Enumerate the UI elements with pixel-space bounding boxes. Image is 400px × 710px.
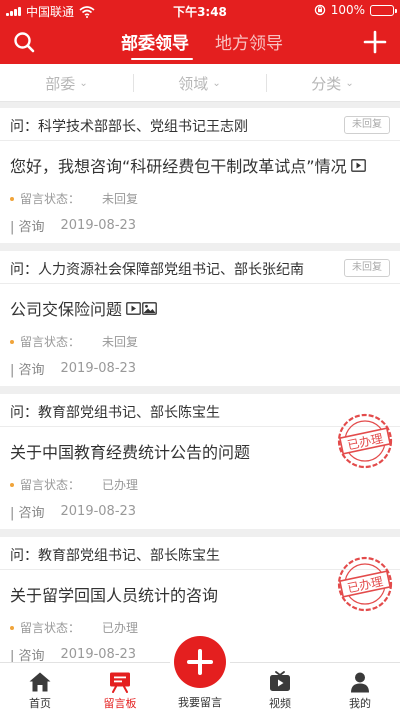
status-label: 留言状态： xyxy=(20,478,81,492)
message-title: 关于留学回国人员统计的咨询 xyxy=(10,586,219,605)
status-value: 未回复 xyxy=(102,335,139,349)
filter-field[interactable]: 领域 ⌄ xyxy=(133,64,266,102)
new-message-label[interactable]: 我要留言 xyxy=(160,694,240,710)
status-dot xyxy=(10,625,14,630)
active-tab-indicator xyxy=(131,58,193,60)
question-recipient: 问：人力资源社会保障部党组书记、部长张纪南 xyxy=(10,262,304,278)
filter-label: 部委 xyxy=(45,74,76,93)
filter-bar: 部委 ⌄ 领域 ⌄ 分类 ⌄ xyxy=(0,64,400,102)
nav-bar: 部委领导 地方领导 xyxy=(0,20,400,64)
tv-icon xyxy=(270,671,290,691)
battery-icon xyxy=(370,4,397,16)
person-icon xyxy=(351,672,369,693)
status-right: 100% xyxy=(314,3,397,17)
status-value: 已办理 xyxy=(102,621,139,635)
status-value: 已办理 xyxy=(102,478,139,492)
date-label: 2019-08-23 xyxy=(60,504,137,519)
status-line: 留言状态： 已办理 xyxy=(10,476,138,493)
message-title-row: 关于留学回国人员统计的咨询 xyxy=(10,582,218,606)
category-label: | 咨询 xyxy=(10,363,45,378)
tab-label: 首页 xyxy=(29,697,51,710)
question-recipient: 问：教育部党组书记、部长陈宝生 xyxy=(10,548,220,564)
filter-label: 分类 xyxy=(311,74,342,93)
status-bar: 中国联通 下午3:48 100% xyxy=(0,0,400,20)
message-title-row: 您好，我想咨询“科研经费包干制改革试点”情况 xyxy=(10,153,366,177)
message-title-row: 关于中国教育经费统计公告的问题 xyxy=(10,439,250,463)
image-icon xyxy=(142,301,157,315)
date-label: 2019-08-23 xyxy=(60,361,137,376)
message-title: 公司交保险问题 xyxy=(10,300,123,319)
message-title-row: 公司交保险问题 xyxy=(10,296,157,320)
message-board-icon xyxy=(110,672,130,693)
tab-home[interactable]: 首页 xyxy=(0,663,80,710)
status-label: 留言状态： xyxy=(20,335,81,349)
filter-ministry[interactable]: 部委 ⌄ xyxy=(0,64,133,102)
status-label: 留言状态： xyxy=(20,621,81,635)
tab-mine[interactable]: 我的 xyxy=(320,663,400,710)
status-line: 留言状态： 已办理 xyxy=(10,619,138,636)
status-dot xyxy=(10,339,14,344)
video-icon xyxy=(126,301,141,315)
status-dot xyxy=(10,482,14,487)
unanswered-badge: 未回复 xyxy=(344,259,390,277)
plus-icon xyxy=(187,649,213,675)
message-title: 您好，我想咨询“科研经费包干制改革试点”情况 xyxy=(10,157,347,176)
date-label: 2019-08-23 xyxy=(60,647,137,662)
orientation-lock-icon xyxy=(314,4,325,16)
unanswered-badge: 未回复 xyxy=(344,116,390,134)
processed-stamp: 已办理 xyxy=(337,413,393,469)
divider xyxy=(0,140,400,141)
date-label: 2019-08-23 xyxy=(60,218,137,233)
message-title: 关于中国教育经费统计公告的问题 xyxy=(10,443,251,462)
tab-video[interactable]: 视频 xyxy=(240,663,320,710)
status-value: 未回复 xyxy=(102,192,139,206)
status-line: 留言状态： 未回复 xyxy=(10,333,138,350)
status-dot xyxy=(10,196,14,201)
question-recipient: 问：教育部党组书记、部长陈宝生 xyxy=(10,405,220,421)
message-card[interactable]: 问：科学技术部部长、党组书记王志刚 未回复 您好，我想咨询“科研经费包干制改革试… xyxy=(0,108,400,243)
divider xyxy=(0,283,400,284)
processed-stamp: 已办理 xyxy=(337,556,393,612)
video-icon xyxy=(350,158,366,172)
chevron-down-icon: ⌄ xyxy=(79,77,88,89)
tab-message-board[interactable]: 留言板 xyxy=(80,663,160,710)
search-icon[interactable] xyxy=(12,30,36,54)
home-icon xyxy=(29,672,51,692)
app-header: 中国联通 下午3:48 100% 部委领导 地方领导 xyxy=(0,0,400,64)
chevron-down-icon: ⌄ xyxy=(345,77,354,89)
status-line: 留言状态： 未回复 xyxy=(10,190,138,207)
chevron-down-icon: ⌄ xyxy=(212,77,221,89)
new-message-button[interactable] xyxy=(174,636,226,688)
meta-line: | 咨询 2019-08-23 xyxy=(10,216,136,235)
question-recipient: 问：科学技术部部长、党组书记王志刚 xyxy=(10,119,248,135)
message-card[interactable]: 问：人力资源社会保障部党组书记、部长张纪南 未回复 公司交保险问题 留言状态： … xyxy=(0,251,400,386)
filter-category[interactable]: 分类 ⌄ xyxy=(266,64,399,102)
tab-ministry-leaders[interactable]: 部委领导 xyxy=(121,29,189,54)
filter-label: 领域 xyxy=(178,74,209,93)
message-card[interactable]: 问：教育部党组书记、部长陈宝生 关于中国教育经费统计公告的问题 已办理 留言状态… xyxy=(0,394,400,529)
tab-local-leaders[interactable]: 地方领导 xyxy=(215,29,283,54)
plus-icon[interactable] xyxy=(362,29,388,55)
category-label: | 咨询 xyxy=(10,220,45,235)
tab-label: 我的 xyxy=(349,697,371,710)
meta-line: | 咨询 2019-08-23 xyxy=(10,502,136,521)
status-label: 留言状态： xyxy=(20,192,81,206)
battery-percent: 100% xyxy=(330,3,365,17)
tab-label: 留言板 xyxy=(103,697,137,710)
meta-line: | 咨询 2019-08-23 xyxy=(10,359,136,378)
tab-label: 视频 xyxy=(269,697,291,710)
category-label: | 咨询 xyxy=(10,506,45,521)
